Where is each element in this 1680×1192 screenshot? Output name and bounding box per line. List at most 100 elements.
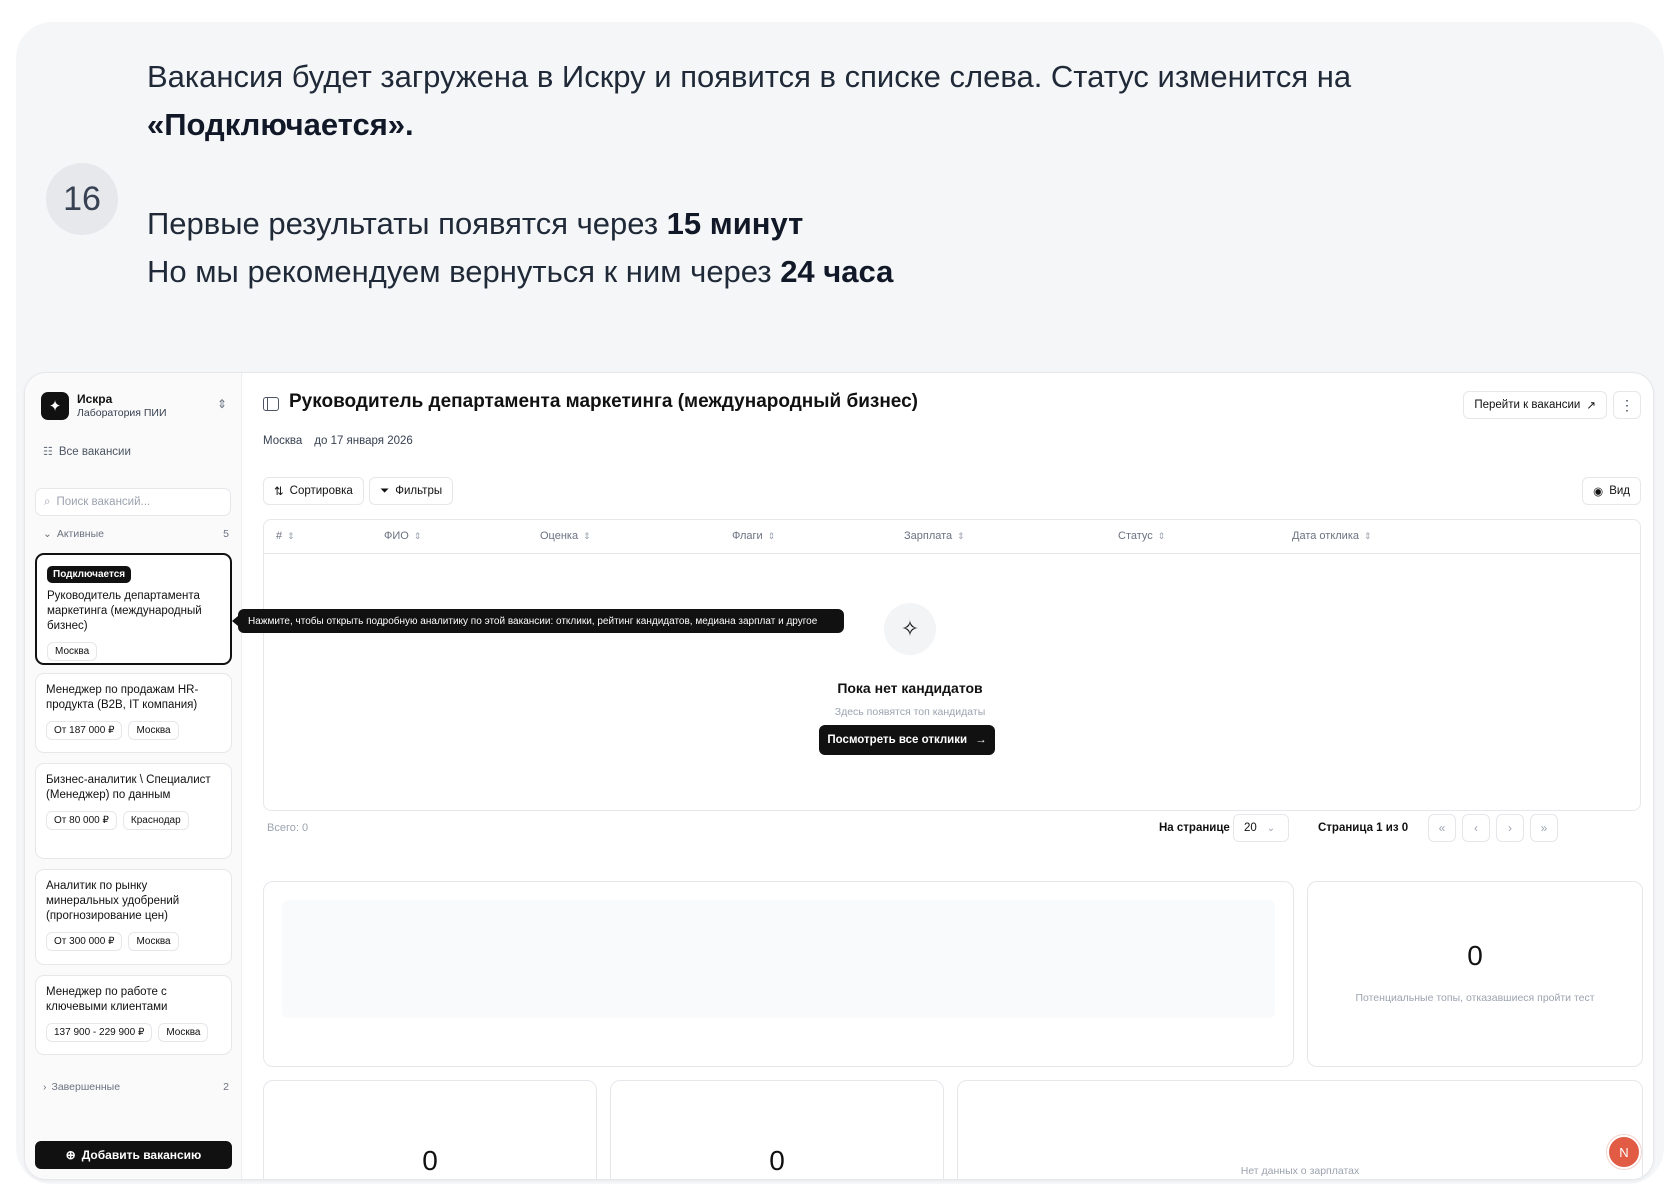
view-button[interactable]: ◉ Вид xyxy=(1582,477,1641,505)
sort-label: Сортировка xyxy=(289,485,353,497)
vacancy-card[interactable]: Бизнес-аналитик \ Специалист (Менеджер) … xyxy=(35,763,232,859)
chevrons-left-icon: « xyxy=(1438,821,1446,835)
salary-tag: От 187 000 ₽ xyxy=(46,721,123,740)
salary-empty-note: Нет данных о зарплатах xyxy=(1240,1165,1360,1177)
sort-icon: ⇕ xyxy=(1157,530,1166,541)
column-header[interactable]: Флаги ⇕ xyxy=(732,530,775,542)
grid-list-icon: ☷ xyxy=(43,446,53,458)
city-tag: Москва xyxy=(158,1023,209,1042)
add-vacancy-button[interactable]: ⊕ Добавить вакансию xyxy=(35,1141,232,1169)
more-options-button[interactable]: ⋮ xyxy=(1613,391,1641,419)
empty-state-subtitle: Здесь появятся топ кандидаты xyxy=(834,706,986,718)
filter-icon: ⏷ xyxy=(380,484,390,497)
stat-card: 0 Потенциальные топы, отказавшиеся пройт… xyxy=(1307,881,1643,1067)
all-vacancies-label: Все вакансии xyxy=(58,445,131,458)
chevron-down-icon: ⌄ xyxy=(43,528,52,540)
vacancy-card[interactable]: Менеджер по работе с ключевыми клиентами… xyxy=(35,975,232,1055)
sort-icon: ⇕ xyxy=(767,530,776,541)
view-all-responses-button[interactable]: Посмотреть все отклики → xyxy=(819,725,995,755)
total-count: Всего: 0 xyxy=(267,822,309,834)
chart-placeholder xyxy=(282,900,1275,1018)
vacancy-title: Менеджер по работе с ключевыми клиентами xyxy=(46,986,168,1013)
more-vertical-icon: ⋮ xyxy=(1620,396,1634,413)
active-group-count: 5 xyxy=(223,528,229,540)
status-badge: Подключается xyxy=(47,566,132,583)
last-page-button[interactable]: » xyxy=(1530,814,1558,842)
sort-icon: ⇕ xyxy=(413,530,422,541)
finished-group-toggle[interactable]: › Завершенные 2 xyxy=(43,1081,231,1093)
eye-icon: ◉ xyxy=(1593,486,1604,498)
salary-tag: От 80 000 ₽ xyxy=(46,811,117,830)
brand-subtitle: Лаборатория ПИИ xyxy=(77,407,167,419)
next-page-button[interactable]: › xyxy=(1496,814,1524,842)
active-group-toggle[interactable]: ⌄ Активные 5 xyxy=(43,528,231,540)
column-header[interactable]: ФИО ⇕ xyxy=(384,530,421,542)
column-header[interactable]: Зарплата ⇕ xyxy=(904,530,965,542)
sort-icon: ⇕ xyxy=(1364,530,1372,541)
stat-card: 0 xyxy=(263,1080,597,1179)
sort-icon: ⇕ xyxy=(583,530,591,541)
view-label: Вид xyxy=(1609,485,1630,497)
workspace-switcher[interactable]: ✦ Искра Лаборатория ПИИ ⇕ xyxy=(41,389,231,423)
main-content: Руководитель департамента маркетинга (ме… xyxy=(243,373,1653,1179)
external-link-icon: ↗ xyxy=(1586,400,1596,412)
instruction-paragraph-1: Вакансия будет загружена в Искру и появи… xyxy=(147,59,1352,142)
sidebar-toggle-icon[interactable] xyxy=(263,397,279,411)
search-box: ⌕ xyxy=(35,488,231,516)
vacancy-card[interactable]: Менеджер по продажам HR-продукта (B2B, I… xyxy=(35,673,232,753)
sort-button[interactable]: ⇅ Сортировка xyxy=(263,477,364,505)
salary-tag: 137 900 - 229 900 ₽ xyxy=(46,1023,153,1042)
city-tag: Москва xyxy=(128,932,179,951)
vacancy-title: Аналитик по рынку минеральных удобрений … xyxy=(46,880,180,922)
go-to-vacancy-label: Перейти к вакансии xyxy=(1474,399,1581,411)
vacancy-meta: Москва до 17 января 2026 xyxy=(263,435,413,447)
page-title: Руководитель департамента маркетинга (ме… xyxy=(289,391,919,412)
per-page-label: На странице xyxy=(1159,822,1230,834)
add-vacancy-label: Добавить вакансию xyxy=(81,1148,202,1162)
active-group-label: Активные xyxy=(56,528,104,540)
column-header[interactable]: Статус ⇕ xyxy=(1118,530,1165,542)
vacancy-deadline: до 17 января 2026 xyxy=(314,435,413,447)
salary-panel: Нет данных о зарплатах xyxy=(957,1080,1643,1179)
first-page-button[interactable]: « xyxy=(1428,814,1456,842)
per-page-select[interactable]: 20 ⌄ xyxy=(1233,814,1289,842)
plus-circle-icon: ⊕ xyxy=(65,1148,76,1162)
stat-note: Потенциальные топы, отказавшиеся пройти … xyxy=(1355,992,1595,1004)
vacancy-card[interactable]: Подключается Руководитель департамента м… xyxy=(35,553,232,665)
finished-group-label: Завершенные xyxy=(51,1081,121,1093)
empty-state-title: Пока нет кандидатов xyxy=(837,680,983,696)
stat-value: 0 xyxy=(769,1145,785,1176)
step-number: 16 xyxy=(46,163,118,235)
sidebar: ✦ Искра Лаборатория ПИИ ⇕ ☷ Все вакансии… xyxy=(25,373,242,1179)
page-info: Страница 1 из 0 xyxy=(1318,822,1409,834)
sparkle-logo-icon: ✦ xyxy=(41,392,69,420)
instruction-paragraph-2: Первые результаты появятся через 15 мину… xyxy=(147,206,894,289)
column-header[interactable]: Оценка ⇕ xyxy=(540,530,591,542)
search-input[interactable] xyxy=(56,496,207,508)
search-icon: ⌕ xyxy=(44,495,51,508)
view-all-responses-label: Посмотреть все отклики xyxy=(827,734,968,746)
column-header[interactable]: # ⇕ xyxy=(276,530,295,542)
all-vacancies-link[interactable]: ☷ Все вакансии xyxy=(43,445,131,459)
app-screenshot: ✦ Искра Лаборатория ПИИ ⇕ ☷ Все вакансии… xyxy=(24,372,1654,1180)
city-tag: Краснодар xyxy=(122,811,189,830)
chart-panel xyxy=(263,881,1294,1067)
vacancy-city: Москва xyxy=(263,435,303,447)
go-to-vacancy-button[interactable]: Перейти к вакансии ↗ xyxy=(1463,391,1607,419)
chevron-up-down-icon: ⇕ xyxy=(216,397,227,411)
chevron-down-icon: ⌄ xyxy=(1266,822,1276,834)
avatar[interactable]: N xyxy=(1607,1135,1641,1169)
city-tag: Москва xyxy=(47,642,98,661)
table-header: # ⇕ ФИО ⇕ Оценка ⇕ Флаги ⇕ Зарплата ⇕ Статус ⇕… xyxy=(264,520,1640,554)
filter-button[interactable]: ⏷ Фильтры xyxy=(369,477,454,505)
arrow-right-icon: → xyxy=(975,734,987,746)
chevron-right-icon: › xyxy=(1508,821,1512,835)
prev-page-button[interactable]: ‹ xyxy=(1462,814,1490,842)
vacancy-title: Бизнес-аналитик \ Специалист (Менеджер) … xyxy=(46,774,211,801)
chevron-left-icon: ‹ xyxy=(1474,821,1478,835)
vacancy-card[interactable]: Аналитик по рынку минеральных удобрений … xyxy=(35,869,232,965)
vacancy-title: Менеджер по продажам HR-продукта (B2B, I… xyxy=(46,684,199,711)
chevron-right-icon: › xyxy=(43,1081,47,1093)
column-header[interactable]: Дата отклика ⇕ xyxy=(1292,530,1372,542)
sparkles-icon: ✧ xyxy=(884,603,936,655)
